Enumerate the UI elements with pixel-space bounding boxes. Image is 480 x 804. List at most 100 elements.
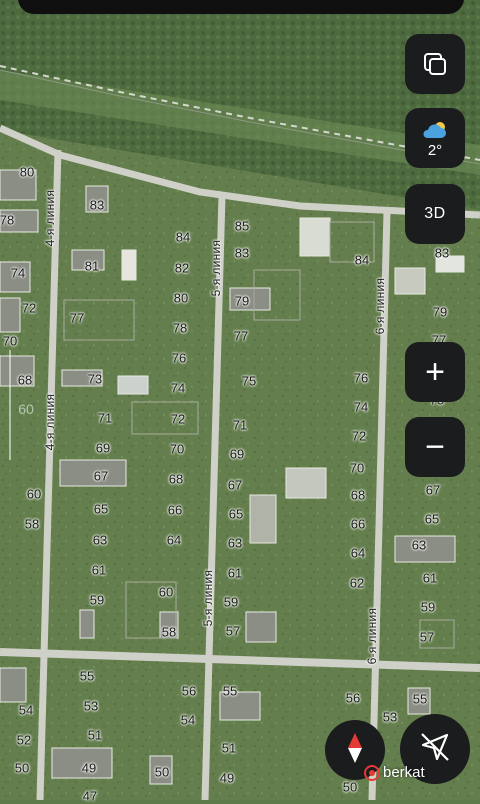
house-number: 50: [154, 764, 170, 780]
house-number: 60: [158, 584, 174, 600]
house-number: 49: [81, 760, 97, 776]
house-number: 63: [411, 537, 427, 553]
house-number: 51: [87, 727, 103, 743]
house-number: 61: [91, 562, 107, 578]
compass-icon: [344, 731, 366, 770]
house-number: 68: [350, 487, 366, 503]
minus-icon: −: [425, 428, 445, 466]
street-label: 6-я линия: [373, 277, 387, 335]
house-number: 83: [434, 245, 450, 261]
house-number: 76: [171, 350, 187, 366]
house-number: 78: [0, 212, 15, 228]
house-number: 84: [175, 229, 191, 245]
house-number: 64: [350, 545, 366, 561]
house-number: 61: [422, 570, 438, 586]
watermark-logo-icon: [364, 764, 380, 781]
house-number: 55: [412, 691, 428, 707]
house-number: 63: [227, 535, 243, 551]
view-3d-button[interactable]: 3D: [405, 184, 465, 244]
house-number: 56: [345, 690, 361, 706]
house-number: 70: [349, 460, 365, 476]
zoom-in-button[interactable]: +: [405, 342, 465, 402]
house-number: 52: [16, 732, 32, 748]
house-number: 66: [350, 516, 366, 532]
house-number: 74: [10, 265, 26, 281]
house-number: 53: [83, 698, 99, 714]
house-number: 47: [82, 788, 98, 804]
house-number: 67: [93, 468, 109, 484]
house-number: 63: [92, 532, 108, 548]
house-number: 65: [93, 501, 109, 517]
house-number: 65: [228, 506, 244, 522]
house-number: 57: [225, 623, 241, 639]
house-number: 78: [172, 320, 188, 336]
house-number: 70: [169, 441, 185, 457]
street-label: 6-я линия: [365, 607, 379, 665]
weather-widget[interactable]: 2°: [405, 108, 465, 168]
house-number: 50: [342, 779, 358, 795]
view-3d-label: 3D: [424, 205, 446, 222]
house-number: 50: [14, 760, 30, 776]
house-number: 72: [351, 428, 367, 444]
cloud-sun-icon: [420, 118, 450, 140]
house-number: 59: [420, 599, 436, 615]
street-label: 4-я линия: [43, 393, 57, 451]
house-number: 81: [84, 258, 100, 274]
house-number: 69: [229, 446, 245, 462]
house-number: 60: [26, 486, 42, 502]
house-number: 57: [419, 629, 435, 645]
street-label: 4-я линия: [43, 189, 57, 247]
plus-icon: +: [425, 353, 445, 391]
house-number: 68: [168, 471, 184, 487]
house-number: 69: [95, 440, 111, 456]
house-number: 72: [170, 411, 186, 427]
house-number: 58: [24, 516, 40, 532]
house-number: 66: [167, 502, 183, 518]
house-number: 54: [18, 702, 34, 718]
house-number: 64: [166, 532, 182, 548]
house-number: 80: [19, 164, 35, 180]
house-number: 62: [349, 575, 365, 591]
house-number: 74: [170, 380, 186, 396]
watermark: berkat: [364, 764, 425, 781]
house-number: 82: [174, 260, 190, 276]
top-bar: [18, 0, 464, 14]
house-number: 53: [382, 709, 398, 725]
house-number: 49: [219, 770, 235, 786]
layers-button[interactable]: [405, 34, 465, 94]
house-number: 60: [18, 401, 34, 417]
house-number: 83: [234, 245, 250, 261]
house-number: 71: [97, 410, 113, 426]
house-number: 75: [241, 373, 257, 389]
house-number: 59: [89, 592, 105, 608]
house-number: 56: [181, 683, 197, 699]
house-number: 74: [353, 399, 369, 415]
house-number: 70: [2, 333, 18, 349]
house-number: 84: [354, 252, 370, 268]
house-number: 67: [227, 477, 243, 493]
house-number: 58: [161, 624, 177, 640]
street-label: 5-я линия: [209, 239, 223, 297]
zoom-out-button[interactable]: −: [405, 417, 465, 477]
street-label: 5-я линия: [201, 569, 215, 627]
house-number: 77: [69, 310, 85, 326]
house-number: 71: [232, 417, 248, 433]
house-number: 73: [87, 371, 103, 387]
house-number: 51: [221, 740, 237, 756]
temperature-label: 2°: [427, 141, 443, 159]
house-number: 61: [227, 565, 243, 581]
house-number: 65: [424, 511, 440, 527]
house-number: 85: [234, 218, 250, 234]
house-number: 54: [180, 712, 196, 728]
house-number: 76: [353, 370, 369, 386]
house-number: 79: [234, 293, 250, 309]
house-number: 72: [21, 300, 37, 316]
house-number: 59: [223, 594, 239, 610]
house-number: 83: [89, 197, 105, 213]
layers-icon: [422, 51, 448, 77]
house-number: 77: [233, 328, 249, 344]
house-number: 80: [173, 290, 189, 306]
watermark-text: berkat: [383, 764, 425, 781]
house-number: 79: [432, 304, 448, 320]
house-number: 68: [17, 372, 33, 388]
